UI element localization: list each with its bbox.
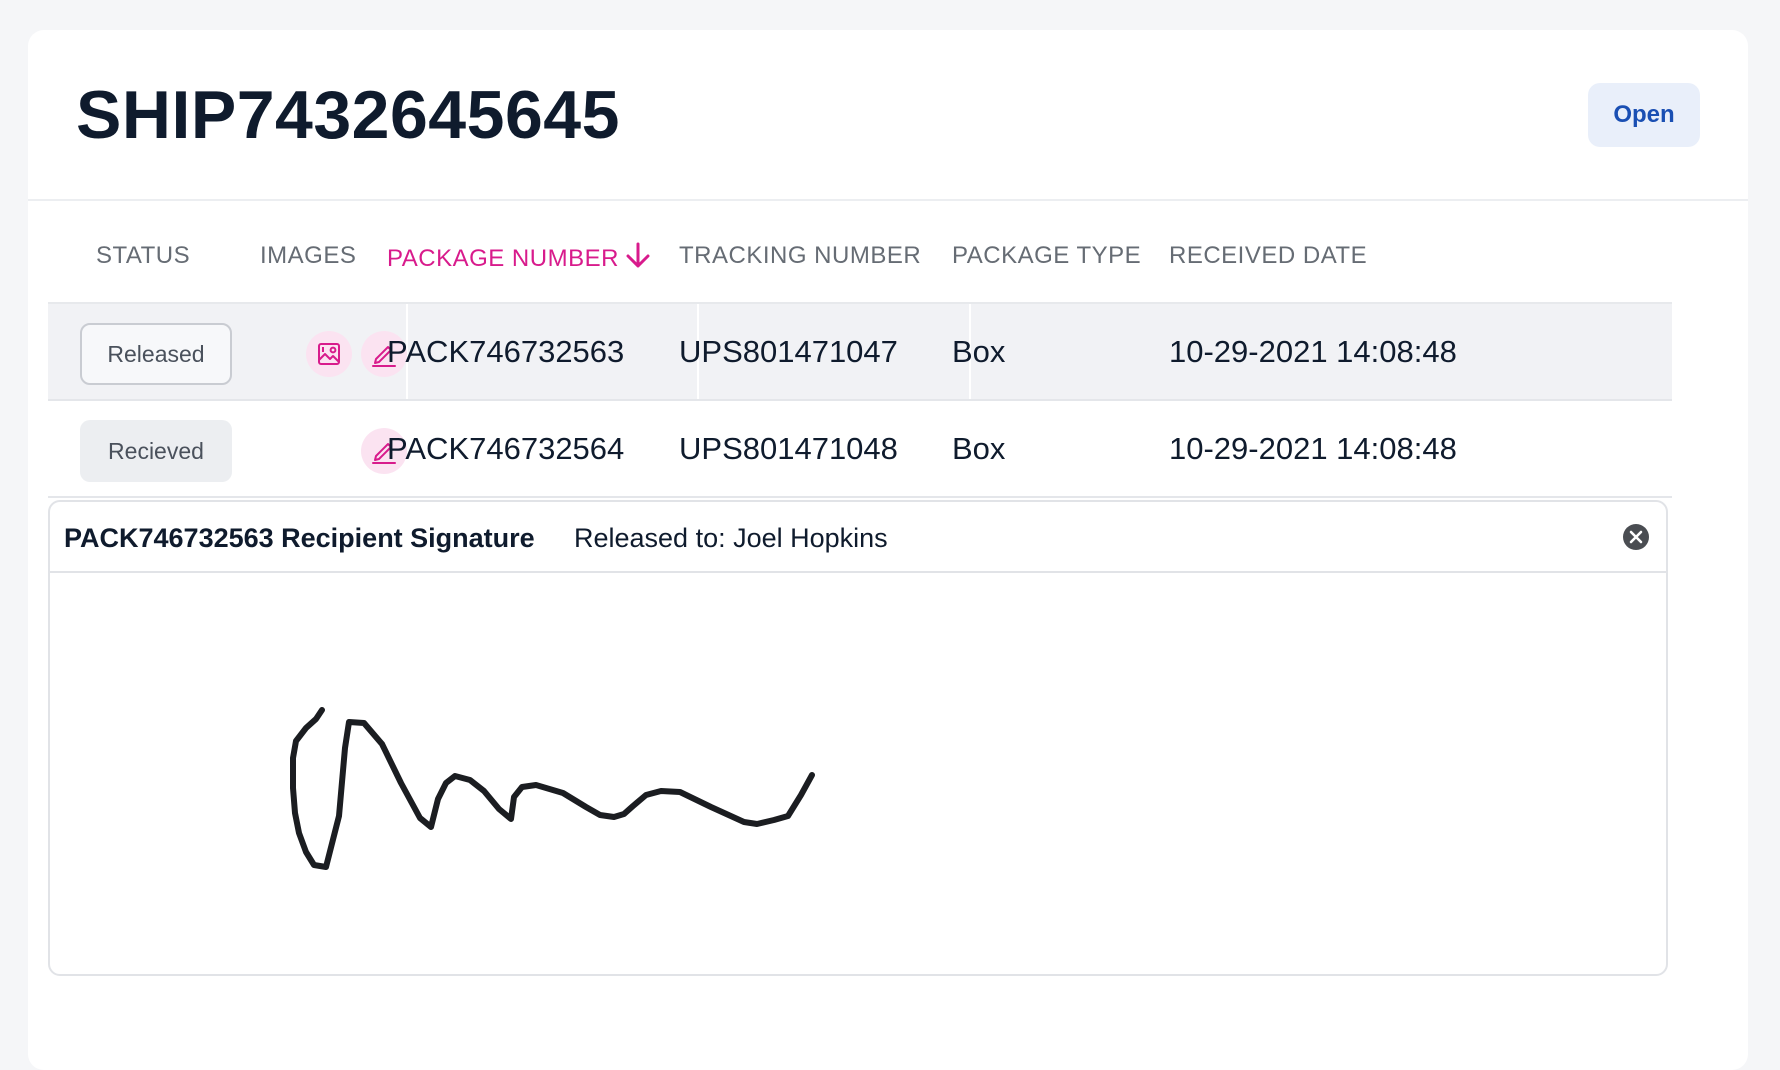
released-to-label: Released to: Joel Hopkins [574,523,888,553]
column-header-package-number-label: PACKAGE NUMBER [387,245,619,272]
table-row[interactable]: Released PACK746732563 UPS801471047 Box … [48,304,1672,401]
packages-table: STATUS IMAGES PACKAGE NUMBER TRACKING NU… [48,200,1672,498]
column-header-received-date[interactable]: RECEIVED DATE [1169,242,1367,270]
shipment-header: SHIP7432645645 Open [28,30,1748,201]
column-header-images[interactable]: IMAGES [260,242,356,270]
open-status-button[interactable]: Open [1588,83,1700,147]
table-row[interactable]: Recieved PACK746732564 UPS801471048 Box … [48,401,1672,498]
package-type-cell: Box [952,431,1006,466]
package-number-cell: PACK746732563 [387,334,625,369]
close-icon[interactable] [1622,523,1650,551]
column-header-package-type[interactable]: PACKAGE TYPE [952,242,1141,270]
column-header-tracking-number[interactable]: TRACKING NUMBER [679,242,921,270]
column-header-package-number[interactable]: PACKAGE NUMBER [387,242,651,273]
arrow-down-icon [626,242,650,268]
received-date-cell: 10-29-2021 14:08:48 [1169,431,1457,466]
shipment-title: SHIP7432645645 [76,77,620,153]
tracking-number-cell: UPS801471047 [679,334,898,369]
signature-panel-title: PACK746732563 Recipient Signature [64,523,535,553]
package-number-cell: PACK746732564 [387,431,625,466]
view-images-button[interactable] [306,331,352,377]
package-type-cell: Box [952,334,1006,369]
image-gallery-icon [318,343,340,365]
tracking-number-cell: UPS801471048 [679,431,898,466]
table-header: STATUS IMAGES PACKAGE NUMBER TRACKING NU… [48,200,1672,304]
signature-image [290,707,815,870]
status-badge: Released [80,323,232,385]
signature-panel: PACK746732563 Recipient Signature Releas… [48,500,1668,976]
signature-panel-header: PACK746732563 Recipient Signature Releas… [50,502,1666,573]
received-date-cell: 10-29-2021 14:08:48 [1169,334,1457,369]
status-badge: Recieved [80,420,232,482]
column-header-status[interactable]: STATUS [96,242,190,270]
